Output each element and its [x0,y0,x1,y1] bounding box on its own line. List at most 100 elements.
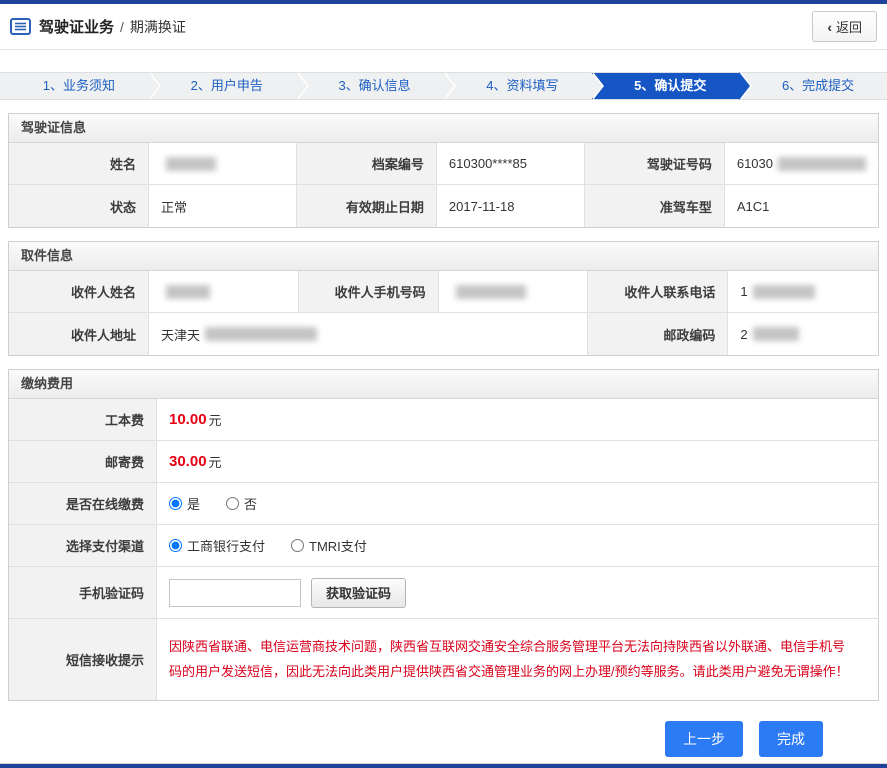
recipient-mobile-value [438,271,589,313]
recipient-address-value: 天津天 [149,313,589,355]
step-5-confirm-submit: 5、确认提交 [591,72,752,100]
cost-fee-amount: 10.00 [169,411,207,428]
get-sms-code-button[interactable]: 获取验证码 [311,577,407,608]
postage-fee-amount: 30.00 [169,453,207,470]
step-4-label: 4、资料填写 [486,78,559,93]
expiry-date-value-text: 2017-11-18 [448,198,515,214]
payment-section: 缴纳费用 工本费 10.00 元 邮寄费 30.00 元 是否在线缴费 是 否 … [8,369,879,702]
status-value: 正常 [149,185,297,227]
online-pay-yes-option[interactable]: 是 [169,494,200,513]
sms-notice-row: 因陕西省联通、电信运营商技术问题，陕西省互联网交通安全综合服务管理平台无法向持陕… [157,619,878,701]
finish-button[interactable]: 完成 [759,721,823,758]
recipient-phone-value: 1 [728,271,878,313]
page-subtitle: 期满换证 [129,18,186,35]
pay-channel-tmri-radio[interactable] [291,539,305,552]
back-button-label: 返回 [835,20,862,35]
expiry-date-value: 2017-11-18 [436,185,585,227]
name-label: 姓名 [9,143,149,185]
license-info-header: 驾驶证信息 [9,114,878,143]
postal-code-label: 邮政编码 [588,313,729,355]
redacted-value [455,284,526,299]
license-number-label: 驾驶证号码 [584,143,725,185]
redacted-value [166,156,216,171]
online-pay-no-label: 否 [244,497,258,512]
footer-actions: 上一步 完成 [0,721,823,758]
online-pay-yes-radio[interactable] [169,497,182,510]
postal-code-value-text: 2 [740,326,748,342]
recipient-phone-value-text: 1 [740,284,748,299]
license-number-value: 61030 [724,143,878,185]
pay-channel-tmri-label: TMRI支付 [309,539,367,554]
redacted-value [752,284,815,299]
recipient-phone-label: 收件人联系电话 [588,271,729,313]
name-value [149,143,297,185]
recipient-mobile-label: 收件人手机号码 [298,271,439,313]
online-pay-options: 是 否 [157,483,878,525]
cost-fee-value: 10.00 元 [157,399,878,441]
license-service-icon [10,18,31,35]
step-4-fill-materials: 4、资料填写 [443,72,605,100]
sms-code-label: 手机验证码 [9,567,157,619]
recipient-name-label: 收件人姓名 [9,271,149,313]
pay-channel-icbc-label: 工商银行支付 [187,539,266,554]
vehicle-class-value-text: A1C1 [736,198,770,214]
cost-fee-label: 工本费 [9,399,157,441]
step-6-label: 6、完成提交 [781,78,855,93]
redacted-value [166,284,210,299]
bottom-brand-bar [0,763,887,768]
expiry-date-label: 有效期止日期 [296,185,437,227]
postage-fee-value: 30.00 元 [157,441,878,483]
page-title: 驾驶证业务 [39,19,115,36]
redacted-value [205,327,318,341]
license-info-table: 姓名 档案编号 610300****85 驾驶证号码 61030 状态 正常 有… [9,143,878,227]
step-1-business-notice: 1、业务须知 [0,72,161,100]
title-separator: / [120,18,124,35]
vehicle-class-value: A1C1 [724,185,878,227]
payment-title: 缴纳费用 [21,376,74,391]
sms-code-row: 获取验证码 [157,567,878,619]
recipient-address-value-text: 天津天 [161,327,201,343]
status-label: 状态 [9,185,149,227]
sms-notice-text: 因陕西省联通、电信运营商技术问题，陕西省互联网交通安全综合服务管理平台无法向持陕… [169,639,849,679]
status-value-text: 正常 [161,199,188,215]
step-2-label: 2、用户申告 [190,78,263,93]
previous-step-button[interactable]: 上一步 [665,721,743,758]
vehicle-class-label: 准驾车型 [584,185,725,227]
pay-channel-icbc-option[interactable]: 工商银行支付 [169,536,265,555]
pay-channel-tmri-option[interactable]: TMRI支付 [291,536,367,555]
redacted-value [752,327,799,341]
pickup-info-header: 取件信息 [9,242,878,271]
step-6-complete-submit: 6、完成提交 [739,72,887,100]
recipient-name-value [149,271,299,313]
sms-notice-label: 短信接收提示 [9,619,157,701]
step-3-confirm-info: 3、确认信息 [295,72,457,100]
postage-fee-unit: 元 [208,455,222,470]
step-1-label: 1、业务须知 [42,78,116,93]
recipient-address-label: 收件人地址 [9,313,149,355]
pay-channel-icbc-radio[interactable] [169,539,182,552]
online-pay-label: 是否在线缴费 [9,483,157,525]
online-pay-yes-label: 是 [187,497,201,512]
postage-fee-label: 邮寄费 [9,441,157,483]
chevron-left-icon: ‹ [827,18,832,35]
license-number-value-text: 61030 [736,156,773,171]
step-3-label: 3、确认信息 [338,78,411,93]
pickup-info-section: 取件信息 收件人姓名 收件人手机号码 收件人联系电话 1 收件人地址 天津天 邮… [8,241,879,356]
online-pay-no-option[interactable]: 否 [226,494,257,513]
redacted-value [778,156,866,171]
pickup-info-table: 收件人姓名 收件人手机号码 收件人联系电话 1 收件人地址 天津天 邮政编码 2 [9,271,878,355]
sms-code-input[interactable] [169,578,301,607]
pay-channel-options: 工商银行支付 TMRI支付 [157,525,878,567]
pay-channel-label: 选择支付渠道 [9,525,157,567]
pickup-info-title: 取件信息 [21,248,74,263]
file-number-label: 档案编号 [296,143,437,185]
step-bar: 1、业务须知 2、用户申告 3、确认信息 4、资料填写 5、确认提交 6、完成提… [0,72,887,100]
postal-code-value: 2 [728,313,878,355]
file-number-value: 610300****85 [436,143,585,185]
payment-table: 工本费 10.00 元 邮寄费 30.00 元 是否在线缴费 是 否 选择支付渠… [9,399,878,701]
back-button[interactable]: ‹ 返回 [812,11,877,42]
online-pay-no-radio[interactable] [226,497,240,510]
license-info-section: 驾驶证信息 姓名 档案编号 610300****85 驾驶证号码 61030 状… [8,113,879,228]
app-header: 驾驶证业务 / 期满换证 ‹ 返回 [0,4,887,50]
payment-header: 缴纳费用 [9,370,878,399]
